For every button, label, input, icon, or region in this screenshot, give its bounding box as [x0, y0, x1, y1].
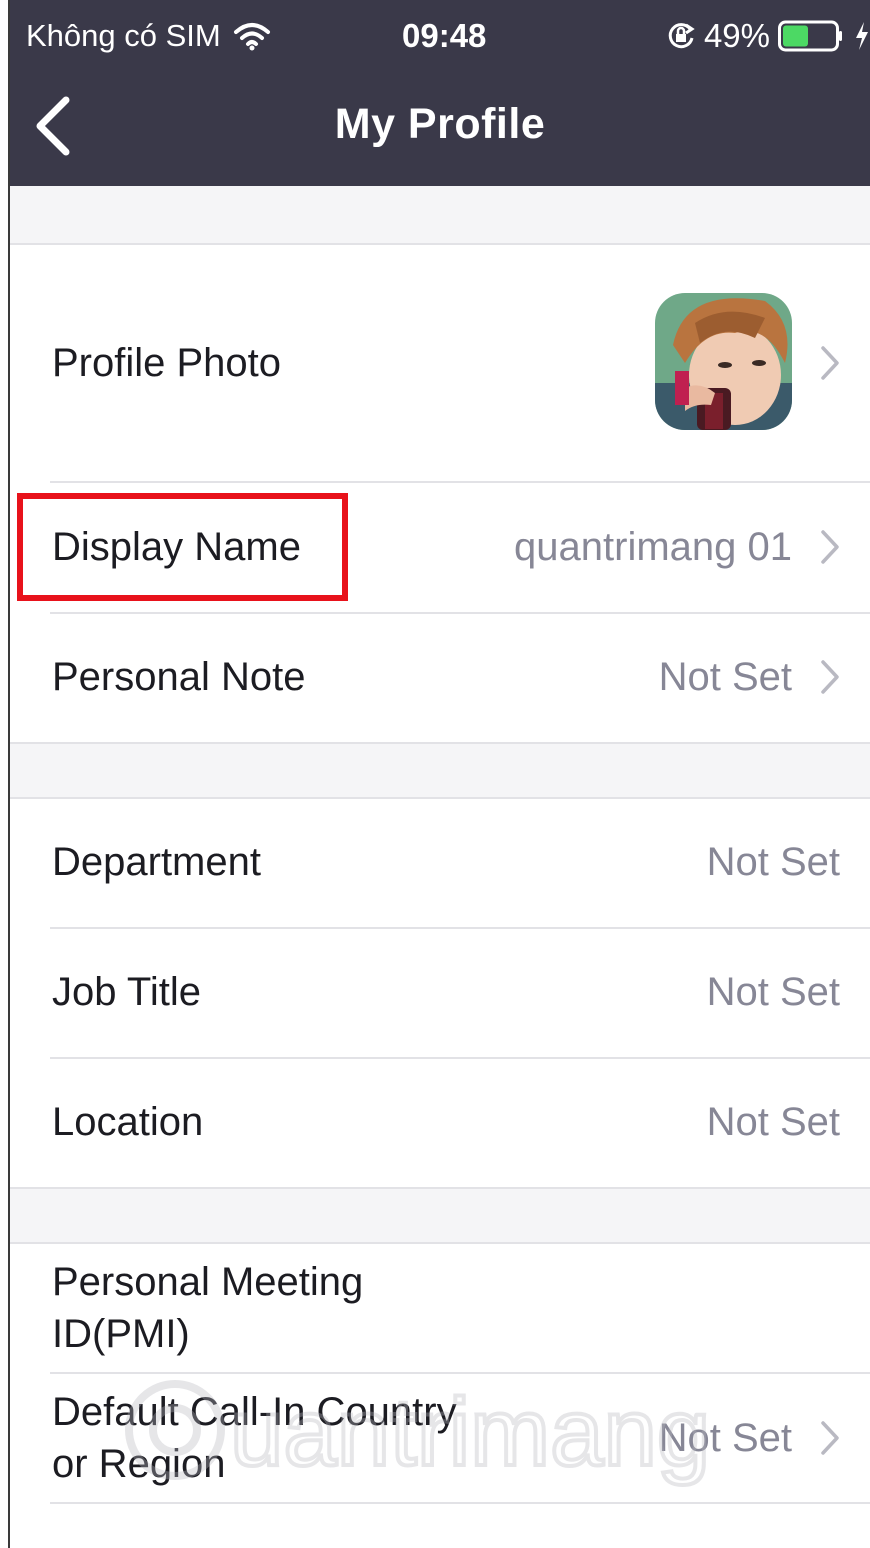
location-value: Not Set [706, 1100, 840, 1144]
pmi-label-line1: Personal Meeting [52, 1260, 364, 1304]
section-spacer [10, 186, 870, 245]
profile-photo-image [655, 293, 792, 430]
watermark-text: uantrimang [230, 1379, 710, 1486]
battery-icon [778, 20, 842, 52]
carrier-info: Không có SIM [26, 18, 271, 54]
personal-note-value: Not Set [658, 655, 792, 699]
location-label: Location [52, 1100, 204, 1144]
location-row: Location Not Set [10, 1059, 870, 1189]
department-label: Department [52, 840, 261, 884]
charging-bolt-icon [856, 22, 868, 50]
chevron-right-icon [821, 346, 839, 380]
display-name-value: quantrimang 01 [514, 525, 792, 569]
pmi-row[interactable]: Personal Meeting ID(PMI) [10, 1244, 870, 1374]
nav-bar: My Profile [10, 76, 870, 186]
profile-photo-row[interactable]: Profile Photo [10, 245, 870, 483]
personal-note-row[interactable]: Personal Note Not Set [10, 614, 870, 744]
section-spacer [10, 744, 870, 799]
department-row: Department Not Set [10, 799, 870, 929]
job-title-row: Job Title Not Set [10, 929, 870, 1059]
header: Không có SIM 09:48 49% My Profile [10, 0, 870, 186]
job-title-label: Job Title [52, 970, 201, 1014]
status-bar: Không có SIM 09:48 49% [10, 0, 870, 76]
chevron-right-icon [821, 660, 839, 694]
personal-note-label: Personal Note [52, 655, 306, 699]
section-spacer [10, 1189, 870, 1244]
orientation-lock-icon [668, 23, 695, 49]
highlight-box [17, 493, 348, 601]
profile-photo-label: Profile Photo [52, 341, 282, 385]
battery-percent: 49% [703, 17, 770, 54]
chevron-right-icon [821, 1421, 839, 1455]
status-time: 09:48 [402, 17, 487, 54]
department-value: Not Set [706, 840, 840, 884]
chevron-right-icon [821, 530, 839, 564]
phone-screen: Không có SIM 09:48 49% My Profile Profil… [10, 0, 870, 1548]
avatar[interactable] [655, 293, 792, 430]
page-title: My Profile [334, 100, 546, 148]
screen-edge [0, 0, 10, 1548]
wifi-icon [233, 23, 270, 51]
pmi-label-line2: ID(PMI) [52, 1312, 190, 1356]
watermark-logo: uantrimang [125, 1377, 712, 1488]
carrier-label: Không có SIM [26, 18, 221, 53]
job-title-value: Not Set [706, 970, 840, 1014]
status-right: 49% [666, 17, 870, 55]
next-row [10, 1504, 870, 1548]
